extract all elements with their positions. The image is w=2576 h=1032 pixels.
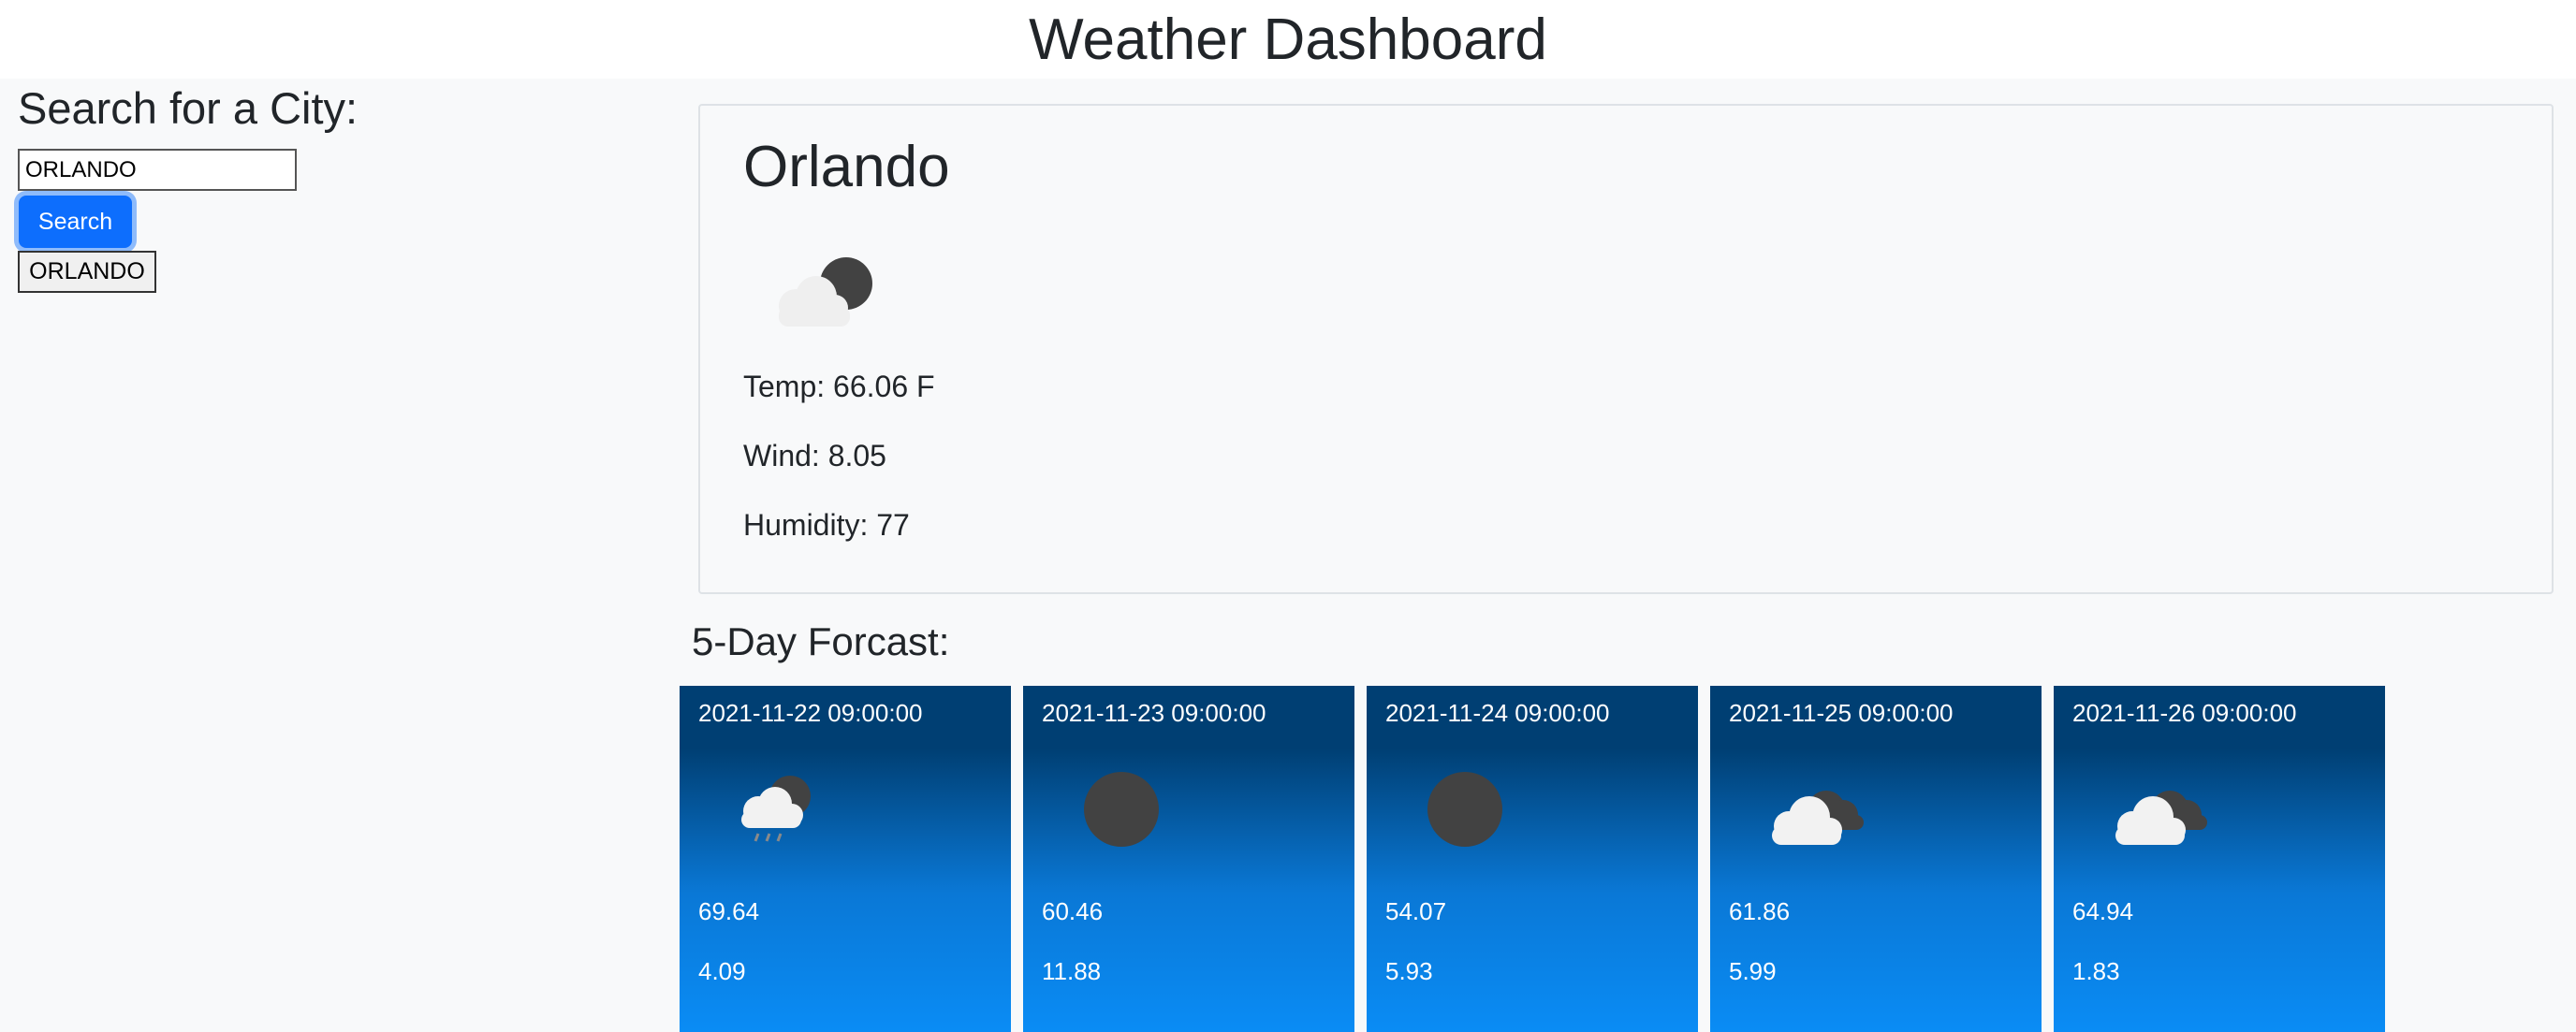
forecast-heading: 5-Day Forcast: [692,619,950,663]
partly-cloudy-night-icon [779,257,872,327]
moon-icon [1084,772,1159,847]
forecast-temp: 54.07 [1385,897,1447,925]
forecast-wind: 1.83 [2072,957,2120,985]
forecast-card-day-3: 2021-11-24 09:00:00 54.07 5.93 [1367,686,1698,1032]
search-heading: Search for a City: [18,83,359,133]
forecast-date: 2021-11-25 09:00:00 [1729,699,1954,727]
rain-cloud-night-icon [741,776,811,842]
forecast-temp: 69.64 [698,897,760,925]
city-name: Orlando [743,135,950,199]
forecast-temp: 60.46 [1042,897,1104,925]
current-humidity: Humidity: 77 [743,508,910,542]
city-search-input[interactable] [18,149,297,191]
forecast-date: 2021-11-26 09:00:00 [2072,699,2297,727]
forecast-card-day-1: 2021-11-22 09:00:00 69.64 4.09 [680,686,1011,1032]
page-header: Weather Dashboard [0,0,2576,79]
current-wind: Wind: 8.05 [743,439,886,472]
forecast-date: 2021-11-22 09:00:00 [698,699,923,727]
history-city-button[interactable]: ORLANDO [18,251,156,293]
forecast-card-day-5: 2021-11-26 09:00:00 64.94 1.83 [2054,686,2385,1032]
forecast-temp: 64.94 [2072,897,2134,925]
forecast-card-day-2: 2021-11-23 09:00:00 60.46 11.88 [1023,686,1354,1032]
forecast-wind: 11.88 [1042,957,1102,985]
search-button[interactable]: Search [19,196,132,248]
forecast-wind: 4.09 [698,957,746,985]
forecast-temp: 61.86 [1729,897,1791,925]
forecast-date: 2021-11-23 09:00:00 [1042,699,1266,727]
forecast-wind: 5.93 [1385,957,1433,985]
current-temp: Temp: 66.06 F [743,370,935,403]
forecast-wind: 5.99 [1729,957,1777,985]
broken-clouds-icon [2115,791,2207,845]
page-title: Weather Dashboard [1029,7,1547,72]
forecast-date: 2021-11-24 09:00:00 [1385,699,1610,727]
moon-icon [1427,772,1502,847]
broken-clouds-icon [1772,791,1864,845]
current-weather-card: Orlando Temp: 66.06 F Wind: 8.05 Humidit… [698,104,2554,594]
forecast-card-day-4: 2021-11-25 09:00:00 61.86 5.99 [1710,686,2042,1032]
